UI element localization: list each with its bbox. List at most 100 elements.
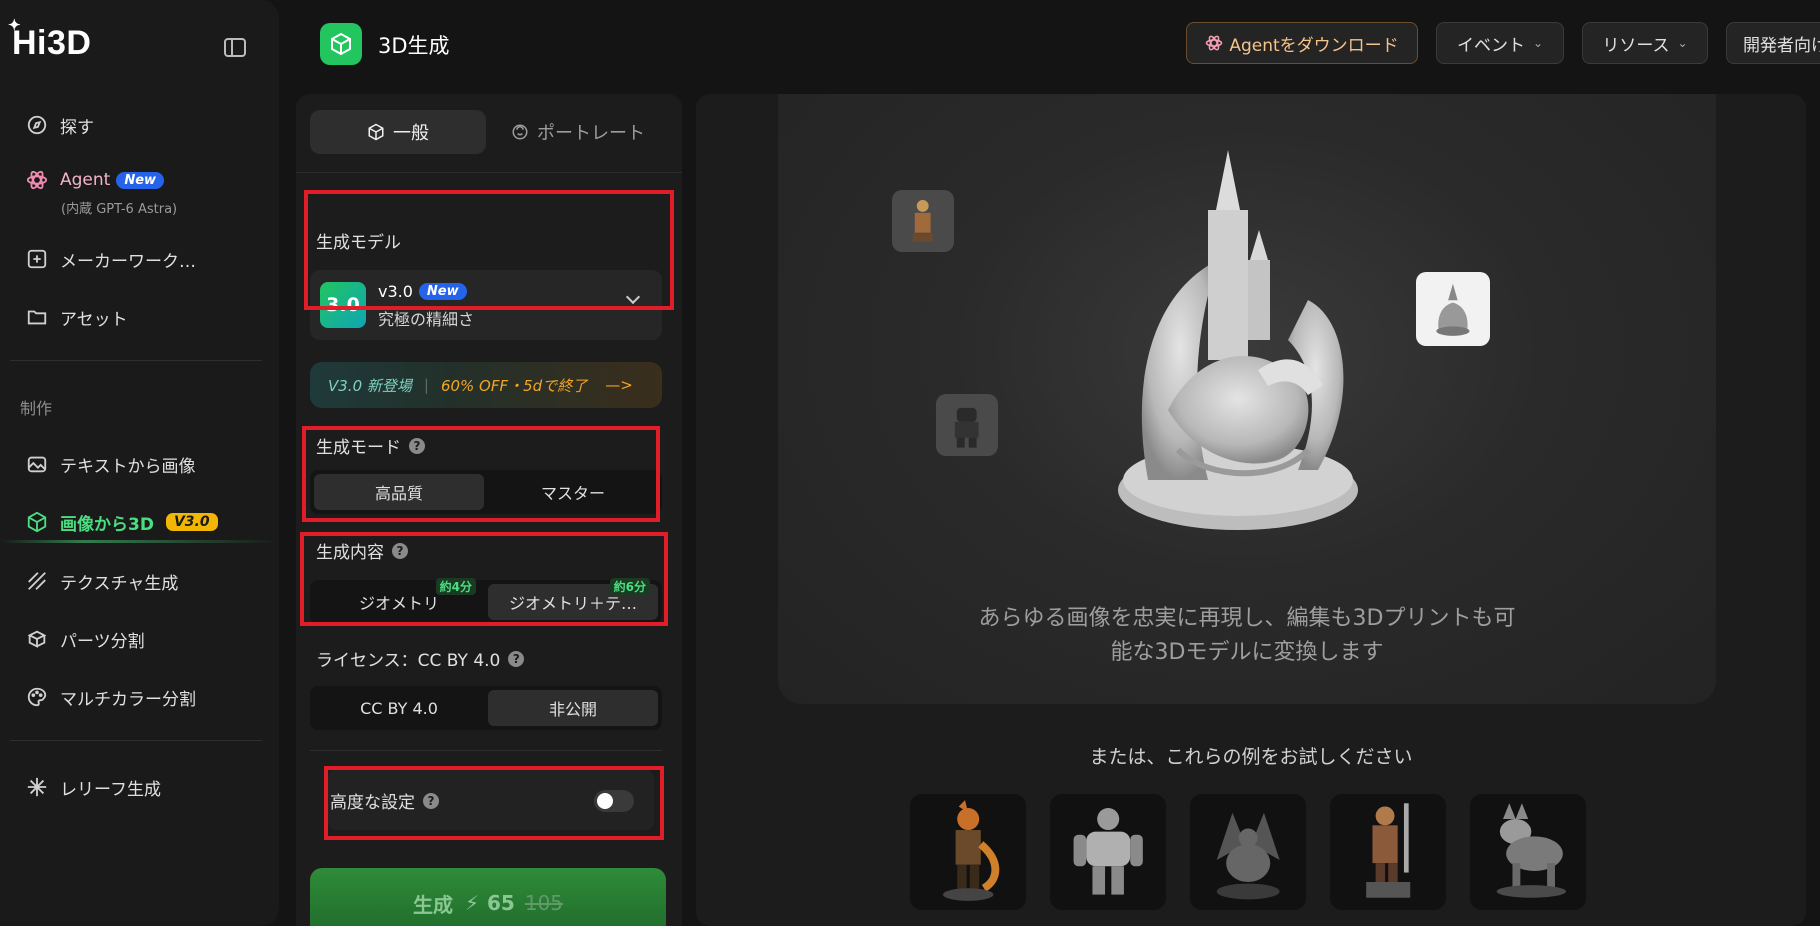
sidebar-divider bbox=[10, 740, 262, 741]
cube-icon bbox=[320, 23, 362, 65]
app-logo[interactable]: ✦ Hi3D bbox=[8, 17, 92, 63]
developers-menu-button[interactable]: 開発者向け bbox=[1726, 22, 1820, 64]
events-menu-button[interactable]: イベント ⌄ bbox=[1436, 22, 1564, 64]
arrow-right-icon: —> bbox=[605, 376, 633, 394]
example-thumbnail-wolf[interactable] bbox=[1470, 794, 1586, 910]
example-thumbnail-robot[interactable] bbox=[1050, 794, 1166, 910]
model-description: 究極の精細さ bbox=[378, 310, 475, 329]
atom-icon bbox=[1206, 35, 1223, 51]
section-label-create: 制作 bbox=[20, 399, 53, 418]
button-label: リソース bbox=[1602, 35, 1670, 56]
generate-label: 生成 bbox=[412, 892, 453, 917]
license-option-cc-by[interactable]: CC BY 4.0 bbox=[314, 690, 484, 726]
model-version-badge: 3.0 bbox=[320, 282, 366, 328]
sidebar-item-relief[interactable]: レリーフ生成 bbox=[24, 772, 161, 802]
sidebar-item-label: Agent bbox=[60, 170, 111, 190]
advanced-settings-row: 高度な設定? bbox=[328, 770, 654, 830]
tab-portrait[interactable]: ポートレート bbox=[490, 110, 666, 154]
sample-thumbnail[interactable] bbox=[936, 394, 998, 456]
sidebar-item-label: レリーフ生成 bbox=[60, 779, 161, 800]
parts-icon bbox=[24, 626, 50, 652]
page-title: 3D生成 bbox=[378, 34, 450, 58]
example-thumbnail-knight[interactable] bbox=[1330, 794, 1446, 910]
sidebar-item-assets[interactable]: アセット bbox=[24, 302, 128, 332]
mode-option-master[interactable]: マスター bbox=[488, 474, 658, 510]
time-estimate: 約6分 bbox=[609, 578, 650, 595]
main-area: あらゆる画像を忠実に再現し、編集も3Dプリントも可 能な3Dモデルに変換します … bbox=[696, 94, 1806, 926]
content-option-geometry-texture[interactable]: ジオメトリ＋テ… 約6分 bbox=[488, 578, 658, 620]
sidebar-item-texture[interactable]: テクスチャ生成 bbox=[24, 566, 178, 596]
texture-icon bbox=[24, 568, 50, 594]
model-dropdown[interactable]: 3.0 v3.0 New 究極の精細さ bbox=[310, 270, 662, 340]
help-icon[interactable]: ? bbox=[423, 792, 439, 809]
generate-old-cost: 105 bbox=[524, 891, 564, 915]
workspace-icon bbox=[24, 246, 50, 272]
option-label: ジオメトリ bbox=[358, 594, 439, 613]
license-label: ライセンス：CC BY 4.0? bbox=[316, 646, 525, 671]
description-line: あらゆる画像を忠実に再現し、編集も3Dプリントも可 bbox=[978, 606, 1516, 631]
sidebar-divider bbox=[10, 360, 262, 361]
button-label: 開発者向け bbox=[1743, 35, 1820, 56]
sidebar-item-label: テキストから画像 bbox=[60, 456, 196, 477]
sidebar-item-agent[interactable]: Agent New bbox=[24, 165, 165, 195]
content-selector: ジオメトリ 約4分 ジオメトリ＋テ… 約6分 bbox=[310, 578, 662, 624]
mode-tabs: 一般 ポートレート bbox=[310, 110, 666, 154]
panel-divider bbox=[310, 750, 662, 751]
examples-title: または、これらの例をお試しください bbox=[1089, 746, 1413, 768]
active-indicator bbox=[0, 540, 279, 543]
model-version-text: v3.0 bbox=[378, 282, 413, 301]
image-sparkle-icon bbox=[24, 451, 50, 477]
logo-text: Hi3D bbox=[12, 24, 92, 62]
example-thumbnail-fox-warrior[interactable] bbox=[910, 794, 1026, 910]
sidebar-item-maker-workspace[interactable]: メーカーワーク… bbox=[24, 244, 196, 274]
compass-icon bbox=[24, 112, 50, 138]
lightning-icon: ⚡ bbox=[464, 891, 479, 915]
mode-label: 生成モード? bbox=[316, 433, 425, 458]
sidebar-item-multicolor-split[interactable]: マルチカラー分割 bbox=[24, 682, 196, 712]
folder-icon bbox=[24, 304, 50, 330]
resources-menu-button[interactable]: リソース ⌄ bbox=[1582, 22, 1708, 64]
sidebar: ✦ Hi3D 探す Agent New (内蔵 GPT-6 Astra) メーカ… bbox=[0, 0, 279, 926]
tab-general[interactable]: 一般 bbox=[310, 110, 486, 154]
sidebar-item-label: 画像から3D bbox=[60, 514, 154, 535]
example-thumbnail-dragon[interactable] bbox=[1190, 794, 1306, 910]
cube-icon bbox=[24, 509, 50, 535]
chevron-down-icon: ⌄ bbox=[1532, 36, 1544, 50]
model-label: 生成モデル bbox=[316, 233, 401, 253]
time-estimate: 約4分 bbox=[435, 578, 476, 595]
help-icon[interactable]: ? bbox=[409, 437, 425, 454]
panel-divider bbox=[296, 172, 682, 173]
button-label: Agentをダウンロード bbox=[1229, 35, 1399, 56]
generation-panel: 一般 ポートレート 生成モデル 3.0 v3.0 New 究極の精細さ V3.0… bbox=[296, 94, 682, 926]
upload-preview-area[interactable]: あらゆる画像を忠実に再現し、編集も3Dプリントも可 能な3Dモデルに変換します bbox=[778, 94, 1716, 704]
sidebar-collapse-button[interactable] bbox=[224, 38, 246, 57]
preview-description: あらゆる画像を忠実に再現し、編集も3Dプリントも可 能な3Dモデルに変換します bbox=[778, 602, 1716, 670]
agent-subtitle: (内蔵 GPT-6 Astra) bbox=[61, 202, 178, 217]
mode-option-high-quality[interactable]: 高品質 bbox=[314, 474, 484, 510]
dragon-castle-model bbox=[1118, 150, 1358, 530]
cube-icon bbox=[368, 123, 384, 141]
sidebar-item-text-to-image[interactable]: テキストから画像 bbox=[24, 449, 196, 479]
content-option-geometry[interactable]: ジオメトリ 約4分 bbox=[314, 578, 484, 620]
advanced-settings-toggle[interactable] bbox=[594, 790, 634, 812]
sidebar-item-label: マルチカラー分割 bbox=[60, 689, 196, 710]
portrait-icon bbox=[512, 124, 528, 140]
tab-label: 一般 bbox=[393, 123, 429, 144]
sample-thumbnail[interactable] bbox=[892, 190, 954, 252]
help-icon[interactable]: ? bbox=[508, 650, 525, 667]
generate-button[interactable]: 生成 ⚡ 65 105 bbox=[310, 868, 666, 926]
version-badge: V3.0 bbox=[165, 513, 218, 531]
sidebar-item-label: メーカーワーク… bbox=[60, 251, 196, 272]
sidebar-item-explore[interactable]: 探す bbox=[24, 110, 94, 140]
sparkle-icon: ✦ bbox=[8, 17, 22, 34]
help-icon[interactable]: ? bbox=[392, 542, 408, 559]
sample-thumbnail[interactable] bbox=[1416, 272, 1490, 346]
sidebar-item-label: テクスチャ生成 bbox=[60, 573, 179, 594]
download-agent-button[interactable]: Agentをダウンロード bbox=[1186, 22, 1418, 64]
chevron-down-icon: ⌄ bbox=[1677, 36, 1688, 50]
mode-selector: 高品質 マスター bbox=[310, 470, 662, 514]
sidebar-item-image-to-3d[interactable]: 画像から3D V3.0 bbox=[24, 507, 218, 537]
promo-banner[interactable]: V3.0 新登場 | 60% OFF・5dで終了 —> bbox=[310, 362, 662, 408]
license-option-private[interactable]: 非公開 bbox=[488, 690, 658, 726]
sidebar-item-parts-split[interactable]: パーツ分割 bbox=[24, 624, 145, 654]
